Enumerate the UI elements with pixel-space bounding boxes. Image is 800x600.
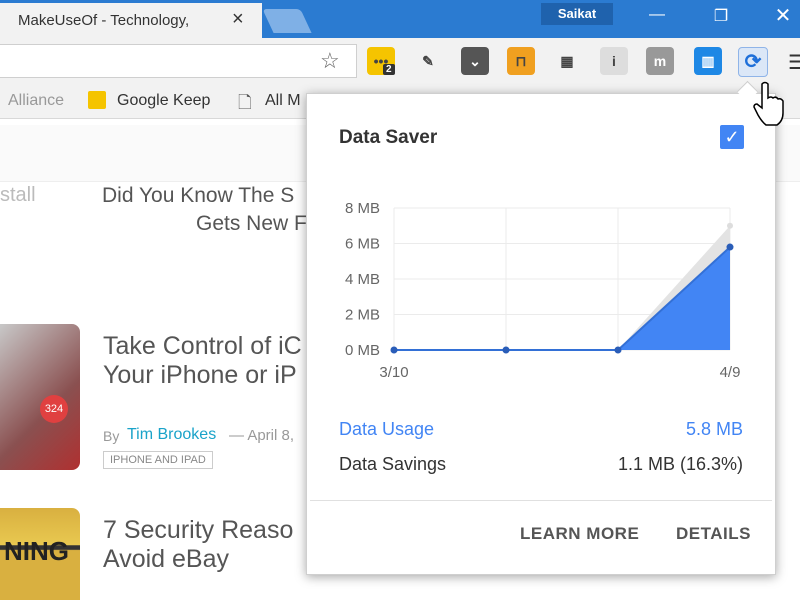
byline-prefix: By (103, 428, 120, 444)
y-tick-label: 6 MB (345, 236, 380, 253)
google-keep-icon (88, 91, 106, 109)
m-extension-icon[interactable]: m (646, 47, 674, 75)
learn-more-button[interactable]: LEARN MORE (520, 524, 639, 544)
maximize-icon[interactable]: ❐ (706, 6, 736, 26)
data-savings-value: 1.1 MB (16.3%) (617, 454, 743, 474)
data-usage-value: 5.8 MB (685, 419, 743, 439)
article-title-line1[interactable]: 7 Security Reaso (103, 516, 293, 545)
info-extension-icon[interactable]: i (600, 47, 628, 75)
x-tick-label: 4/9 (720, 364, 741, 381)
x-tick-label: 3/10 (379, 364, 408, 381)
bookmark-all[interactable]: All M (265, 92, 301, 110)
profile-button[interactable]: Saikat (541, 3, 613, 25)
popup-divider (310, 500, 772, 501)
trello-extension-icon[interactable]: ▥ (694, 47, 722, 75)
enable-checkbox[interactable]: ✓ (720, 125, 744, 149)
bookmark-star-icon[interactable]: ☆ (320, 48, 340, 74)
popup-title: Data Saver (339, 127, 438, 148)
article-title-line1[interactable]: Did You Know The S (102, 184, 294, 208)
article-title-line1[interactable]: Take Control of iC (103, 332, 302, 361)
data-usage-label: Data Usage (339, 419, 435, 439)
tab-close-icon[interactable]: × (232, 8, 244, 31)
data-point (502, 346, 510, 354)
category-tag[interactable]: IPHONE AND IPAD (103, 451, 213, 469)
author-link[interactable]: Tim Brookes (127, 426, 216, 444)
data-point (614, 346, 622, 354)
article-date: — April 8, (229, 427, 295, 444)
extension-badge: 2 (383, 64, 395, 75)
pocket-extension-icon[interactable]: ⌄ (461, 47, 489, 75)
close-window-icon[interactable]: ✕ (768, 3, 798, 28)
tab-title: MakeUseOf - Technology, (18, 12, 190, 29)
y-tick-label: 2 MB (345, 307, 380, 324)
minimize-icon[interactable]: — (642, 6, 672, 24)
thumbnail-badge: 324 (40, 395, 68, 423)
page-icon: 🗋 (238, 93, 252, 112)
data-usage-area (394, 247, 730, 350)
y-tick-label: 4 MB (345, 271, 380, 288)
menu-icon[interactable]: ☰ (788, 50, 800, 75)
thumbnail-label: NING (4, 536, 69, 566)
data-point (390, 346, 398, 354)
dashed-extension-icon[interactable]: ▦ (553, 47, 581, 75)
bookmark-google-keep[interactable]: Google Keep (117, 92, 210, 110)
pin-extension-icon[interactable]: ✎ (414, 47, 442, 75)
bookmark-alliance[interactable]: Alliance (8, 92, 64, 110)
data-saver-extension-icon[interactable]: ⟳ (738, 47, 768, 77)
address-bar[interactable] (0, 44, 357, 78)
data-point (726, 243, 734, 251)
article-title-line2[interactable]: Gets New F (196, 212, 307, 236)
data-usage-chart: 0 MB 2 MB 4 MB 6 MB 8 MB 3/10 4/9 (345, 200, 741, 381)
article-title-line2[interactable]: Avoid eBay (103, 545, 229, 574)
original-point (727, 222, 733, 229)
data-savings-label: Data Savings (339, 454, 447, 474)
y-tick-label: 8 MB (345, 200, 380, 217)
article-title-line2[interactable]: Your iPhone or iP (103, 361, 297, 390)
y-tick-label: 0 MB (345, 342, 380, 359)
article-thumbnail[interactable] (0, 324, 80, 470)
side-text: stall (0, 184, 36, 206)
details-button[interactable]: DETAILS (676, 524, 751, 544)
hand-cursor-icon (753, 81, 784, 126)
grid-extension-icon[interactable]: ⊓ (507, 47, 535, 75)
